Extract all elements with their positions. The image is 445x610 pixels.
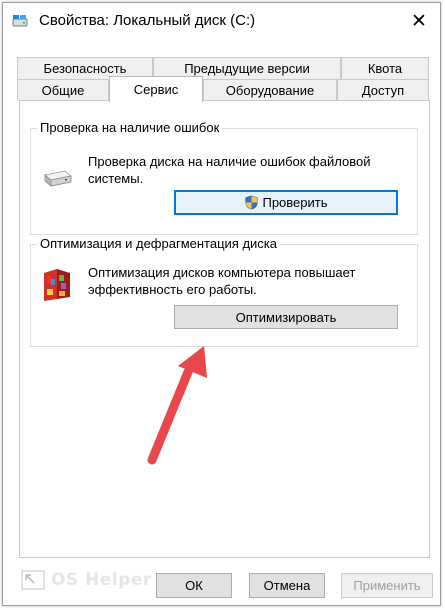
tab-label: Общие — [41, 83, 85, 98]
service-tab-panel: Проверка на наличие ошибок Проверка диск… — [19, 100, 430, 558]
tab-label: Сервис — [133, 82, 179, 97]
ok-button[interactable]: ОК — [156, 573, 232, 598]
drive-icon — [12, 14, 28, 28]
watermark-logo-icon — [21, 570, 45, 590]
error-check-description: Проверка диска на наличие ошибок файлово… — [88, 153, 370, 187]
group-title: Оптимизация и дефрагментация диска — [37, 236, 280, 251]
button-label: Проверить — [262, 195, 328, 210]
button-label: Отмена — [263, 578, 311, 593]
defrag-icon — [41, 267, 75, 303]
tab-label: Доступ — [361, 83, 405, 98]
error-check-group: Проверка на наличие ошибок Проверка диск… — [30, 120, 418, 235]
uac-shield-icon — [244, 195, 259, 210]
group-title: Проверка на наличие ошибок — [37, 120, 223, 135]
description-line: Оптимизация дисков компьютера повышает — [88, 265, 356, 280]
tab-label: Квота — [367, 61, 403, 76]
os-helper-watermark: OS Helper — [21, 569, 155, 591]
tab-sharing[interactable]: Доступ — [337, 79, 429, 101]
apply-button[interactable]: Применить — [341, 573, 433, 598]
description-line: Проверка диска на наличие ошибок файлово… — [88, 154, 371, 169]
description-line: эффективность его работы. — [88, 282, 257, 297]
tab-hardware[interactable]: Оборудование — [203, 79, 337, 101]
button-label: ОК — [185, 578, 203, 593]
watermark-text: OS Helper — [51, 570, 152, 590]
description-line: системы. — [88, 171, 144, 186]
tab-general[interactable]: Общие — [17, 79, 109, 101]
optimize-description: Оптимизация дисков компьютера повышает э… — [88, 264, 355, 298]
cancel-button[interactable]: Отмена — [249, 573, 325, 598]
properties-dialog: Свойства: Локальный диск (C:) ✕ Безопасн… — [2, 2, 441, 606]
tab-service[interactable]: Сервис — [109, 76, 203, 102]
optimize-group: Оптимизация и дефрагментация диска Оптим… — [30, 236, 418, 347]
tab-label: Безопасность — [43, 61, 127, 76]
tab-label: Оборудование — [225, 83, 315, 98]
optimize-button[interactable]: Оптимизировать — [174, 305, 398, 329]
button-label: Оптимизировать — [235, 309, 337, 325]
disk-drive-icon — [41, 166, 73, 190]
window-title: Свойства: Локальный диск (C:) — [39, 12, 256, 29]
title-bar: Свойства: Локальный диск (C:) ✕ — [3, 3, 440, 39]
tab-quota[interactable]: Квота — [341, 57, 429, 79]
button-label: Применить — [353, 578, 421, 593]
check-button[interactable]: Проверить — [174, 190, 398, 215]
close-icon[interactable]: ✕ — [404, 7, 434, 35]
tab-label: Предыдущие версии — [184, 61, 310, 76]
